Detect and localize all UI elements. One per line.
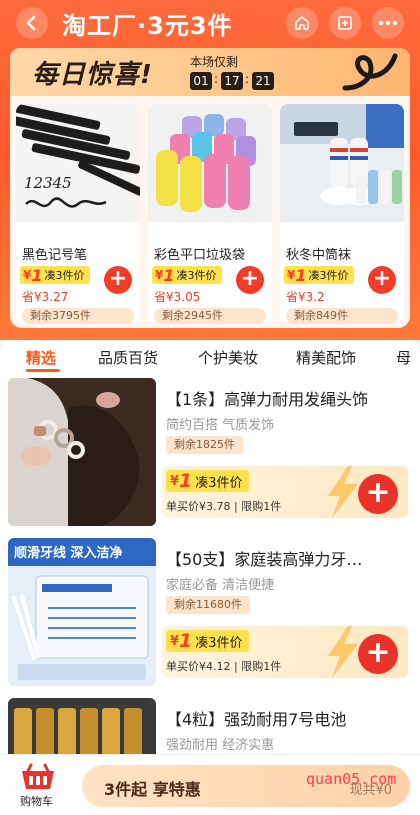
trash-bag-rolls-image xyxy=(148,104,272,222)
active-tab-indicator xyxy=(26,369,60,372)
dental-floss-image: 顺滑牙线 深入洁净 xyxy=(8,538,156,686)
daily-surprise-banner: 每日惊喜! 本场仅剩 01 : 17 : 21 xyxy=(10,48,410,96)
countdown-hours: 01 xyxy=(190,72,212,90)
site-watermark: quan05.com xyxy=(306,770,397,788)
countdown-minutes: 17 xyxy=(221,72,243,90)
deal-card[interactable]: 彩色平口垃圾袋 ¥ 1 凑3件价 省¥3.05 剩余2945件 + xyxy=(148,104,272,324)
tab-quality-goods[interactable]: 品质百货 xyxy=(98,347,158,368)
item-tags: 强劲耐用 经济实惠 xyxy=(166,738,275,753)
countdown-separator: : xyxy=(245,72,250,86)
price-currency: ¥ xyxy=(155,268,164,282)
list-item[interactable]: 【4粒】强劲耐用7号电池 强劲耐用 经济实惠 xyxy=(0,694,420,754)
cart-label[interactable]: 购物车 xyxy=(20,793,53,809)
deal-remaining: 剩余3795件 xyxy=(22,308,134,324)
list-item[interactable]: 顺滑牙线 深入洁净 【50支】家庭装高弹力牙… 家庭必备 清洁便捷 剩余1168… xyxy=(0,534,420,694)
tab-mother-baby[interactable]: 母 xyxy=(396,347,411,368)
socks-image xyxy=(280,104,404,222)
price-value: 1 xyxy=(163,265,175,285)
price-value: 1 xyxy=(179,630,193,652)
price-value: 1 xyxy=(179,470,193,492)
item-price-tag: ¥ 1 凑3件价 xyxy=(166,470,249,492)
banner-title: 每日惊喜! xyxy=(32,60,153,90)
price-suffix: 凑3件价 xyxy=(308,269,349,282)
home-icon[interactable] xyxy=(286,7,318,39)
add-to-cart-button[interactable]: + xyxy=(358,634,398,674)
page-title: 淘工厂·3元3件 xyxy=(62,12,233,40)
bookmark-icon[interactable] xyxy=(329,7,361,39)
item-tags: 简约百搭 气质发饰 xyxy=(166,418,275,433)
tab-personal-care[interactable]: 个护美妆 xyxy=(198,347,258,368)
add-to-cart-button[interactable]: + xyxy=(358,474,398,514)
countdown-separator: : xyxy=(214,72,219,86)
item-title: 【50支】家庭装高弹力牙… xyxy=(166,550,363,569)
hair-tie-image xyxy=(8,378,156,526)
add-to-cart-button[interactable]: + xyxy=(236,266,264,294)
deal-savings: 省¥3.2 xyxy=(286,290,325,304)
deal-name: 黑色记号笔 xyxy=(22,248,88,263)
buy-bar[interactable]: ¥ 1 凑3件价 单买价¥4.12 | 限购1件 + xyxy=(162,626,408,678)
item-remaining: 剩余1825件 xyxy=(166,436,243,454)
price-value: 1 xyxy=(31,265,43,285)
top-bar: 淘工厂·3元3件 xyxy=(0,0,420,46)
price-suffix: 凑3件价 xyxy=(195,635,243,651)
countdown-label: 本场仅剩 xyxy=(190,55,239,69)
item-purchase-info: 单买价¥4.12 | 限购1件 xyxy=(166,660,282,673)
battery-image xyxy=(8,698,156,754)
marker-pen-image: 12345 xyxy=(16,104,140,222)
price-currency: ¥ xyxy=(170,473,180,489)
price-suffix: 凑3件价 xyxy=(176,269,217,282)
list-item[interactable]: 【1条】高弹力耐用发绳头饰 简约百搭 气质发饰 剩余1825件 ¥ 1 凑3件价… xyxy=(0,374,420,534)
deal-price-tag: ¥ 1 凑3件价 xyxy=(20,265,90,285)
deal-remaining: 剩余849件 xyxy=(286,308,398,324)
deal-savings: 省¥3.27 xyxy=(22,290,69,304)
ribbon-decoration-icon xyxy=(342,53,398,91)
cta-text: 3件起 享特惠 xyxy=(104,780,201,799)
deal-remaining: 剩余2945件 xyxy=(154,308,266,324)
tab-featured[interactable]: 精选 xyxy=(26,347,56,368)
daily-deals-panel: 12345 黑色记号笔 ¥ 1 凑3件价 省¥3.27 剩余3795件 + 彩色… xyxy=(10,96,410,328)
tab-accessories[interactable]: 精美配饰 xyxy=(296,347,356,368)
deal-price-tag: ¥ 1 凑3件价 xyxy=(284,265,354,285)
category-tabs: 精选 品质百货 个护美妆 精美配饰 母 xyxy=(0,340,420,374)
deal-name: 彩色平口垃圾袋 xyxy=(154,248,246,263)
price-suffix: 凑3件价 xyxy=(44,269,85,282)
deal-card[interactable]: 12345 黑色记号笔 ¥ 1 凑3件价 省¥3.27 剩余3795件 + xyxy=(16,104,140,324)
item-price-tag: ¥ 1 凑3件价 xyxy=(166,630,249,652)
item-title: 【4粒】强劲耐用7号电池 xyxy=(166,710,347,729)
svg-text:顺滑牙线 深入洁净: 顺滑牙线 深入洁净 xyxy=(14,545,123,561)
price-currency: ¥ xyxy=(23,268,32,282)
svg-text:12345: 12345 xyxy=(24,174,72,192)
price-currency: ¥ xyxy=(287,268,296,282)
deal-savings: 省¥3.05 xyxy=(154,290,201,304)
add-to-cart-button[interactable]: + xyxy=(104,266,132,294)
lightning-icon xyxy=(328,466,358,518)
deal-price-tag: ¥ 1 凑3件价 xyxy=(152,265,222,285)
price-suffix: 凑3件价 xyxy=(195,475,243,491)
item-tags: 家庭必备 清洁便捷 xyxy=(166,578,275,593)
product-list: 【1条】高弹力耐用发绳头饰 简约百搭 气质发饰 剩余1825件 ¥ 1 凑3件价… xyxy=(0,374,420,754)
countdown-seconds: 21 xyxy=(252,72,274,90)
item-purchase-info: 单买价¥3.78 | 限购1件 xyxy=(166,500,282,513)
deal-card[interactable]: 秋冬中筒袜 ¥ 1 凑3件价 省¥3.2 剩余849件 + xyxy=(280,104,404,324)
item-remaining: 剩余11680件 xyxy=(166,596,250,614)
back-arrow-icon[interactable] xyxy=(16,7,48,39)
deal-name: 秋冬中筒袜 xyxy=(286,248,352,263)
item-title: 【1条】高弹力耐用发绳头饰 xyxy=(166,390,369,409)
more-dots-icon[interactable] xyxy=(372,7,404,39)
add-to-cart-button[interactable]: + xyxy=(368,266,396,294)
shopping-basket-icon[interactable] xyxy=(18,761,58,791)
price-value: 1 xyxy=(295,265,307,285)
buy-bar[interactable]: ¥ 1 凑3件价 单买价¥3.78 | 限购1件 + xyxy=(162,466,408,518)
lightning-icon xyxy=(328,626,358,678)
price-currency: ¥ xyxy=(170,633,180,649)
